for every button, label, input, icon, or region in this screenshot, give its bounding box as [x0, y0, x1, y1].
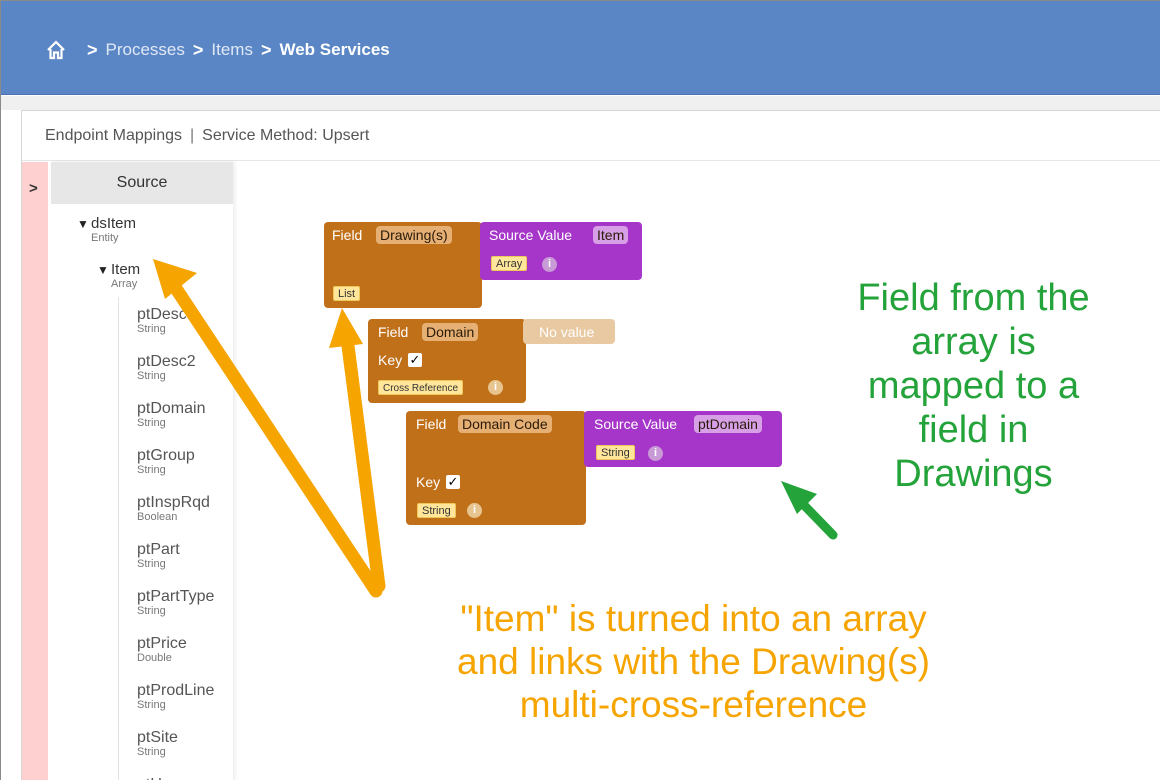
expand-triangle-icon[interactable]: ▼	[77, 217, 89, 231]
tree-leaf[interactable]: ptDesc1 String	[137, 307, 196, 336]
collapse-strip[interactable]: >	[22, 162, 48, 780]
field-block-drawings[interactable]: Field Drawing(s) List	[324, 222, 482, 308]
divider: |	[189, 126, 195, 144]
tree-leaf[interactable]: ptPrice Double	[137, 636, 187, 665]
tree-guide	[118, 297, 119, 780]
tree-leaf[interactable]: ptGroup String	[137, 448, 195, 477]
breadcrumb: > Processes > Items > Web Services	[87, 39, 398, 61]
info-icon[interactable]: i	[648, 446, 663, 461]
tree-leaf[interactable]: ptPart String	[137, 542, 180, 571]
tree-leaf[interactable]: ptSite String	[137, 730, 178, 759]
app-window: > Processes > Items > Web Services Endpo…	[0, 0, 1160, 780]
tree-node-item[interactable]: ▼ Item Array	[97, 262, 140, 291]
type-tag: Array	[491, 256, 528, 271]
chevron-right-icon: >	[87, 39, 98, 60]
key-checkbox[interactable]: ✓	[446, 475, 460, 489]
chevron-right-icon: >	[260, 39, 272, 60]
key-checkbox[interactable]: ✓	[408, 353, 422, 367]
field-name-chip[interactable]: Drawing(s)	[376, 226, 452, 244]
type-tag: String	[417, 503, 456, 518]
info-icon[interactable]: i	[542, 257, 557, 272]
panel-subtitle: Service Method: Upsert	[202, 126, 370, 144]
source-value-chip[interactable]: ptDomain	[694, 415, 762, 433]
breadcrumb-processes[interactable]: Processes	[106, 40, 185, 60]
type-tag: List	[333, 286, 361, 301]
tree-leaf[interactable]: ptProdLine String	[137, 683, 214, 712]
panel-title: Endpoint Mappings	[45, 126, 182, 144]
home-icon[interactable]	[45, 39, 67, 61]
field-name-chip[interactable]: Domain	[422, 323, 479, 341]
header-spacer	[1, 96, 1160, 110]
orange-annotation: "Item" is turned into an array and links…	[457, 598, 930, 725]
header-bar: > Processes > Items > Web Services	[1, 1, 1160, 95]
info-icon[interactable]: i	[488, 380, 503, 395]
field-name-chip[interactable]: Domain Code	[458, 415, 552, 433]
expand-triangle-icon[interactable]: ▼	[97, 263, 109, 277]
type-tag: Cross Reference	[378, 380, 464, 395]
green-annotation: Field from the array is mapped to a fiel…	[857, 277, 1090, 496]
panel-header: Endpoint Mappings | Service Method: Upse…	[22, 111, 1160, 161]
field-block-domain-code[interactable]: Field Domain Code Key ✓ String i	[406, 411, 586, 525]
empty-value-slot[interactable]: No value	[523, 319, 615, 344]
tree-leaf[interactable]: ptDomain String	[137, 401, 205, 430]
tree-node-dsitem[interactable]: ▼ dsItem Entity	[77, 216, 136, 245]
tree-leaf[interactable]: ptDesc2 String	[137, 354, 196, 383]
breadcrumb-items[interactable]: Items	[211, 40, 253, 60]
source-value-block-ptdomain[interactable]: Source Value ptDomain String i	[584, 411, 782, 467]
source-value-block-item[interactable]: Source Value Item Array i	[480, 222, 642, 280]
chevron-right-icon[interactable]: >	[29, 180, 38, 197]
tree-leaf[interactable]: ptPartType String	[137, 589, 214, 618]
field-block-domain[interactable]: Field Domain Key ✓ Cross Reference i	[368, 319, 526, 403]
source-title: Source	[51, 162, 233, 204]
chevron-right-icon: >	[192, 39, 204, 60]
source-panel: Source ▼ dsItem Entity ▼ Item Array ptDe…	[51, 162, 233, 780]
info-icon[interactable]: i	[467, 503, 482, 518]
source-value-chip[interactable]: Item	[593, 226, 629, 244]
type-tag: String	[596, 445, 635, 460]
tree-leaf[interactable]: ptInspRqd Boolean	[137, 495, 210, 524]
breadcrumb-web-services: Web Services	[279, 40, 390, 59]
